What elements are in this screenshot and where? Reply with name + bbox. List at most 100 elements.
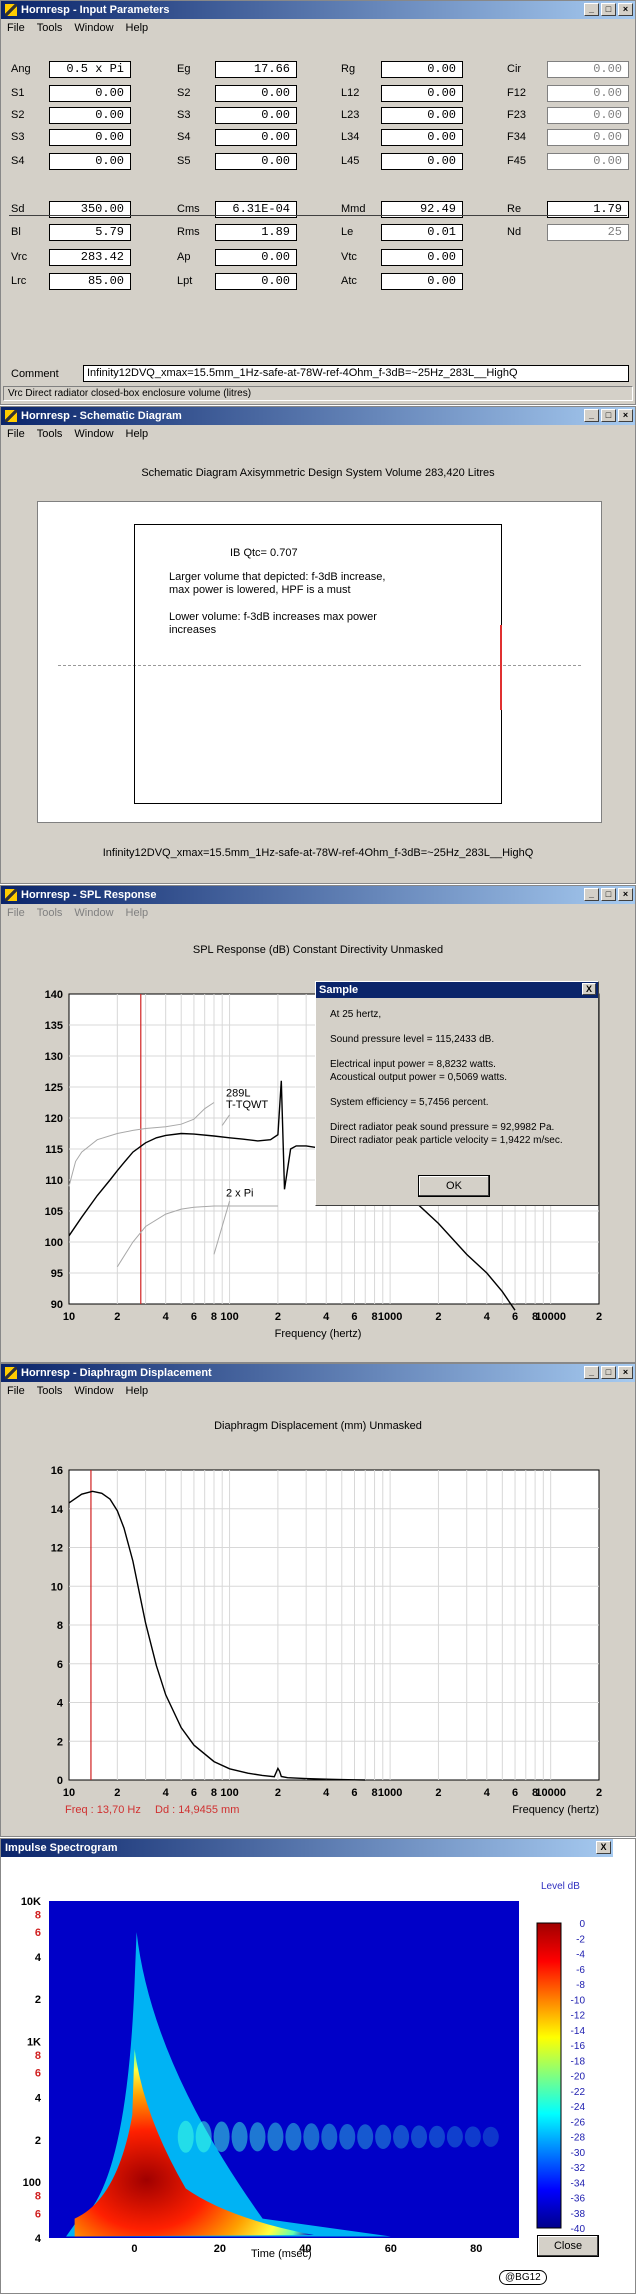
spl-window-titlebar[interactable]: Hornresp - SPL Response _ □ ×	[1, 886, 635, 904]
maximize-icon[interactable]: □	[601, 3, 616, 16]
minimize-icon[interactable]: _	[584, 888, 599, 901]
param-label-l23: L23	[341, 109, 360, 121]
hornresp-logo-icon	[5, 889, 17, 901]
menu-tools[interactable]: Tools	[37, 907, 63, 919]
colorbar-tick: -8	[576, 1980, 585, 1991]
param-field-rms[interactable]: 1.89	[215, 224, 297, 241]
param-field-lpt[interactable]: 0.00	[215, 273, 297, 290]
param-field-bl[interactable]: 5.79	[49, 224, 131, 241]
spectrogram-chart[interactable]: 0 20 40 60 8010K86421K86421008640-2-4-6-8-10…	[1, 1857, 636, 2277]
maximize-icon[interactable]: □	[601, 888, 616, 901]
sample-line-2: Sound pressure level = 115,2433 dB.	[330, 1034, 495, 1045]
menu-tools[interactable]: Tools	[37, 428, 63, 440]
x-tick-label: 2	[114, 1311, 120, 1323]
menu-file[interactable]: File	[7, 907, 25, 919]
param-field-vtc[interactable]: 0.00	[381, 249, 463, 266]
menu-help[interactable]: Help	[126, 22, 149, 34]
disp-window-titlebar[interactable]: Hornresp - Diaphragm Displacement _ □ ×	[1, 1364, 635, 1382]
x-tick-label: 1000	[378, 1311, 402, 1323]
x-tick-label: 2	[596, 1311, 602, 1323]
param-field-s2[interactable]: 0.00	[49, 107, 131, 124]
close-icon[interactable]: X	[596, 1841, 611, 1854]
param-field-l23[interactable]: 0.00	[381, 107, 463, 124]
param-label-vtc: Vtc	[341, 251, 357, 263]
param-field-f23[interactable]: 0.00	[547, 107, 629, 124]
annotation-ttqwt: T-TQWT	[226, 1099, 268, 1111]
ok-button[interactable]: OK	[418, 1175, 490, 1197]
param-field-lrc[interactable]: 85.00	[49, 273, 131, 290]
param-field-cir[interactable]: 0.00	[547, 61, 629, 78]
maximize-icon[interactable]: □	[601, 1366, 616, 1379]
menu-window[interactable]: Window	[74, 1385, 113, 1397]
param-field-rg[interactable]: 0.00	[381, 61, 463, 78]
box-title: IB Qtc= 0.707	[230, 547, 298, 559]
param-label-l45: L45	[341, 155, 360, 167]
param-label-eg: Eg	[177, 63, 191, 75]
x-tick-label: 8	[371, 1787, 377, 1799]
param-field-ap[interactable]: 0.00	[215, 249, 297, 266]
param-field-s3[interactable]: 0.00	[215, 107, 297, 124]
colorbar-tick: -28	[571, 2133, 586, 2144]
menu-help[interactable]: Help	[126, 428, 149, 440]
menu-help[interactable]: Help	[126, 907, 149, 919]
close-button[interactable]: Close	[537, 2235, 599, 2257]
x-tick-label: 2	[114, 1787, 120, 1799]
close-icon[interactable]: ×	[618, 409, 633, 422]
y-tick-label: 95	[51, 1268, 63, 1280]
colorbar-tick: -12	[571, 2011, 586, 2022]
menu-window[interactable]: Window	[74, 428, 113, 440]
disp-xlabel: Frequency (hertz)	[512, 1804, 599, 1816]
menu-file[interactable]: File	[7, 22, 25, 34]
param-field-s4[interactable]: 0.00	[215, 129, 297, 146]
annotation-2pi: 2 x Pi	[226, 1188, 254, 1200]
param-field-atc[interactable]: 0.00	[381, 273, 463, 290]
spectro-window-title: Impulse Spectrogram	[5, 1842, 118, 1854]
close-icon[interactable]: ×	[618, 3, 633, 16]
param-field-f34[interactable]: 0.00	[547, 129, 629, 146]
menu-window[interactable]: Window	[74, 22, 113, 34]
minimize-icon[interactable]: _	[584, 1366, 599, 1379]
close-icon[interactable]: X	[582, 983, 596, 995]
param-field-nd[interactable]: 25	[547, 224, 629, 241]
param-field-eg[interactable]: 17.66	[215, 61, 297, 78]
param-field-s4[interactable]: 0.00	[49, 153, 131, 170]
close-icon[interactable]: ×	[618, 1366, 633, 1379]
y-tick-label: 8	[57, 1620, 63, 1632]
input-window-titlebar[interactable]: Hornresp - Input Parameters _ □ ×	[1, 1, 635, 19]
displacement-chart[interactable]: 024681012141610 2 4 6 8 100 2 4 6 8 1000 2 4 6 810000 2	[1, 1430, 636, 1837]
minimize-icon[interactable]: _	[584, 409, 599, 422]
resonance-ripple	[428, 2125, 445, 2148]
param-label-f45: F45	[507, 155, 526, 167]
param-field-ang[interactable]: 0.5 x Pi	[49, 61, 131, 78]
param-field-s5[interactable]: 0.00	[215, 153, 297, 170]
schematic-window-titlebar[interactable]: Hornresp - Schematic Diagram _ □ ×	[1, 407, 635, 425]
param-field-s3[interactable]: 0.00	[49, 129, 131, 146]
minimize-icon[interactable]: _	[584, 3, 599, 16]
param-field-l12[interactable]: 0.00	[381, 85, 463, 102]
colorbar-tick: -18	[571, 2056, 586, 2067]
menu-tools[interactable]: Tools	[37, 22, 63, 34]
x-tick-label: 6	[351, 1311, 357, 1323]
menu-help[interactable]: Help	[126, 1385, 149, 1397]
menu-window[interactable]: Window	[74, 907, 113, 919]
resonance-ripple	[303, 2123, 320, 2151]
param-label-sd: Sd	[11, 203, 25, 215]
param-field-f12[interactable]: 0.00	[547, 85, 629, 102]
param-field-le[interactable]: 0.01	[381, 224, 463, 241]
sample-dialog-titlebar[interactable]: Sample X	[316, 982, 598, 998]
y-tick-label: 125	[45, 1082, 63, 1094]
maximize-icon[interactable]: □	[601, 409, 616, 422]
close-icon[interactable]: ×	[618, 888, 633, 901]
menu-file[interactable]: File	[7, 428, 25, 440]
param-field-f45[interactable]: 0.00	[547, 153, 629, 170]
box-note-2b: increases	[169, 624, 217, 636]
param-field-s2[interactable]: 0.00	[215, 85, 297, 102]
param-field-vrc[interactable]: 283.42	[49, 249, 131, 266]
spectro-window-titlebar[interactable]: Impulse Spectrogram X	[1, 1839, 613, 1857]
param-field-l45[interactable]: 0.00	[381, 153, 463, 170]
menu-file[interactable]: File	[7, 1385, 25, 1397]
comment-field[interactable]: Infinity12DVQ_xmax=15.5mm_1Hz-safe-at-78…	[83, 365, 629, 382]
param-field-l34[interactable]: 0.00	[381, 129, 463, 146]
param-field-s1[interactable]: 0.00	[49, 85, 131, 102]
menu-tools[interactable]: Tools	[37, 1385, 63, 1397]
